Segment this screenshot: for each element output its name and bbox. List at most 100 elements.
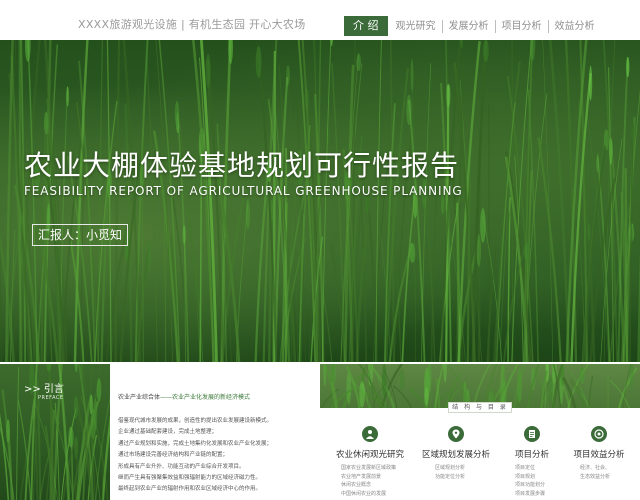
grass-blade [466, 173, 472, 362]
wheat-ear [587, 222, 591, 242]
document-icon [524, 426, 540, 442]
wheat-ear [626, 57, 630, 78]
reporter-label: 汇报人：小觅知 [32, 224, 129, 246]
wheat-ear [446, 83, 451, 108]
toc-item: 农业地产发展前景 [341, 473, 382, 480]
wheat-ear [410, 58, 414, 92]
toc-item: 中国休闲农业的发展 [341, 490, 387, 497]
preface-thumbnail[interactable]: >> 引言 PREFACE [0, 364, 110, 500]
toc-label: 项目分析 [514, 450, 549, 460]
wheat-ear [174, 100, 180, 127]
preface-subtitle: PREFACE [38, 395, 64, 401]
preface-text-thumbnail[interactable]: 农业产业综合体——农业产业化发展的新经济模式 借鉴现代城市发展的成果，创造性的提… [110, 364, 318, 500]
nav-item-sightseeing-research[interactable]: 观光研究 [390, 20, 442, 33]
wheat-ear [596, 156, 600, 173]
grass-blade [588, 375, 594, 408]
wheat-ear [480, 207, 486, 243]
preface-heading-lead: 农业产业综合体 [118, 394, 161, 401]
location-pin-icon [448, 426, 464, 442]
toc-item: 区域规划分析 [435, 465, 466, 471]
grass-blade [176, 103, 201, 362]
wheat-ear [356, 53, 362, 72]
report-subtitle: FEASIBILITY REPORT OF AGRICULTURAL GREEN… [24, 184, 463, 198]
grass-blade [331, 63, 346, 362]
grass-blade [321, 40, 332, 362]
grass-blade [0, 235, 2, 362]
wheat-ear [205, 53, 211, 88]
toc-item: 项目规划 [515, 473, 536, 480]
toc-item: 项目发展步骤 [515, 490, 546, 497]
grass-blade [408, 387, 428, 408]
slide-thumbnails: >> 引言 PREFACE 农业产业综合体——农业产业化发展的新经济模式 借鉴现… [0, 362, 640, 500]
wheat-ear [399, 368, 405, 390]
toc-item: 休闲农业概念 [341, 482, 372, 488]
preface-title: >> 引言 [24, 384, 64, 395]
person-icon [362, 426, 378, 442]
wheat-ear [255, 45, 262, 78]
toc-column: 项目效益分析 经济、社会、 生态效益分析 [568, 426, 630, 481]
grass-blade [537, 137, 562, 362]
toc-thumbnail[interactable]: 结 构 与 目 录 农业休闲观光研究 国家农业发展新区域政策 农业地产发展前景 … [320, 364, 640, 500]
preface-heading: 农业产业综合体——农业产业化发展的新经济模式 [118, 392, 250, 401]
wheat-ear [443, 364, 447, 383]
preface-line: 最终起到农业产业的辐射作用和农业区域经济中心的作用。 [118, 486, 262, 493]
wheat-ear [74, 364, 78, 373]
toc-column: 农业休闲观光研究 国家农业发展新区域政策 农业地产发展前景 休闲农业概念 中国休… [332, 426, 408, 498]
wheat-field-background [0, 40, 640, 362]
wheat-ear [0, 193, 1, 207]
wheat-ear [548, 374, 553, 403]
toc-label: 项目效益分析 [573, 450, 625, 460]
report-title: 农业大棚体验基地规划可行性报告 [24, 149, 460, 182]
target-icon [591, 426, 607, 442]
toc-column: 区域规划发展分析 区域规划分析 功能定位分析 [416, 426, 496, 481]
toc-item: 经济、社会、 [580, 465, 611, 471]
nav-item-benefit-analysis[interactable]: 效益分析 [547, 19, 601, 33]
grass-blade [16, 367, 20, 500]
toc-item: 功能定位分析 [435, 473, 466, 480]
wheat-ear [96, 377, 102, 402]
grass-blade [101, 364, 104, 500]
wheat-ear [93, 398, 98, 432]
preface-line: 通过市场建设完善经济结构和产业链的配置； [118, 452, 229, 459]
preface-heading-accent: ——农业产业化发展的新经济模式 [160, 394, 251, 401]
wheat-ear [406, 94, 412, 126]
grass-blade [146, 56, 158, 362]
wheat-ear [147, 241, 151, 273]
wheat-ear [523, 242, 530, 261]
wheat-ear [6, 419, 10, 443]
preface-line: 通过产业规划和实施，完成土地集约化发展和农业产业化发展； [118, 440, 273, 447]
wheat-ear [73, 395, 78, 419]
toc-item: 生态效益分析 [580, 473, 611, 480]
toc-column: 项目分析 项目定位 项目规划 项目功能划分 项目发展步骤 [504, 426, 560, 498]
nav-menu: 介 绍 观光研究 发展分析 项目分析 效益分析 [344, 15, 601, 37]
nav-item-intro[interactable]: 介 绍 [344, 16, 388, 36]
nav-item-development-analysis[interactable]: 发展分析 [441, 19, 495, 33]
wheat-ear [182, 225, 186, 245]
wheat-ear [25, 40, 31, 62]
wheat-ear [245, 199, 250, 230]
wheat-ear [66, 86, 70, 107]
preface-line: 借鉴现代城市发展的成果，创造性的提出农业发展建设新模式。 [118, 418, 273, 424]
preface-line: 企业通过基础配套建设，完成土地整理； [118, 429, 218, 436]
grass-blade [375, 40, 382, 362]
wheat-ear [579, 367, 585, 384]
wheat-ear [589, 65, 593, 101]
toc-badge: 结 构 与 目 录 [448, 402, 512, 413]
brand-text: XXXX旅游观光设施 | 有机生态园 开心大农场 [78, 18, 306, 31]
toc-label: 农业休闲观光研究 [335, 450, 404, 460]
grass-blade [393, 80, 418, 362]
toc-label: 区域规划发展分析 [421, 450, 490, 460]
wheat-ear [483, 40, 489, 62]
wheat-ear [323, 364, 327, 387]
wheat-ear [382, 364, 387, 398]
preface-line: 继而产生具有强聚集效益和强辐射能力的区域经济磁力性。 [118, 475, 262, 482]
grass-blade [114, 40, 121, 362]
nav-item-project-analysis[interactable]: 项目分析 [494, 19, 548, 33]
preface-line: 形成具有产业升扑、功能互动的产业综合开发项目。 [118, 463, 245, 470]
wheat-ear [46, 364, 52, 372]
hero-banner: 农业大棚体验基地规划可行性报告 FEASIBILITY REPORT OF AG… [0, 40, 640, 362]
preface-body: 借鉴现代城市发展的成果，创造性的提出农业发展建设新模式。 企业通过基础配套建设，… [118, 416, 318, 496]
top-navigation-bar: XXXX旅游观光设施 | 有机生态园 开心大农场 介 绍 观光研究 发展分析 项… [0, 0, 640, 40]
grass-blade [523, 40, 534, 362]
grass-blade [617, 367, 638, 408]
